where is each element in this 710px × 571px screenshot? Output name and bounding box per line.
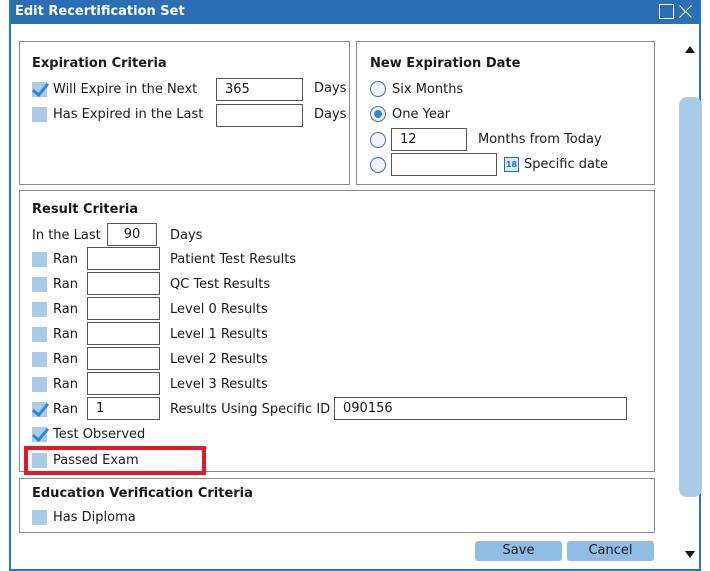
specific-date-label: Specific date: [524, 156, 609, 172]
results-using-specific-id-label: Results Using Specific ID: [170, 402, 331, 417]
has-diploma-label: Has Diploma: [53, 509, 136, 525]
save-button[interactable]: Save: [475, 541, 562, 561]
six-months-radio[interactable]: [370, 81, 386, 97]
ran-level3-input[interactable]: [87, 372, 160, 395]
has-expired-unit: Days: [314, 107, 347, 122]
ran-qc-checkbox[interactable]: [32, 276, 47, 292]
close-icon[interactable]: [678, 4, 693, 19]
ran-specific-id-checkbox[interactable]: [32, 401, 47, 417]
specific-date-radio[interactable]: [370, 157, 386, 173]
ran-label: Ran: [53, 251, 78, 267]
ran-patient-input[interactable]: [87, 247, 160, 270]
ran-label: Ran: [53, 301, 78, 317]
level3-results-label: Level 3 Results: [170, 377, 268, 392]
one-year-label: One Year: [392, 106, 451, 122]
has-expired-days-input[interactable]: [216, 104, 303, 127]
qc-test-results-label: QC Test Results: [170, 277, 271, 292]
result-criteria-panel: Result Criteria In the Last Days Ran Pat…: [19, 190, 655, 472]
six-months-label: Six Months: [392, 81, 464, 97]
title-bar: Edit Recertification Set: [11, 0, 699, 24]
edit-recertification-dialog: Edit Recertification Set Expiration Crit…: [9, 0, 702, 571]
ran-label: Ran: [53, 401, 78, 417]
ran-label: Ran: [53, 351, 78, 367]
specific-date-input[interactable]: [391, 153, 497, 176]
has-expired-label: Has Expired in the Last: [53, 106, 204, 122]
will-expire-label: Will Expire in the Next: [53, 81, 198, 97]
result-criteria-title: Result Criteria: [32, 202, 139, 217]
scroll-down-arrow-icon[interactable]: [685, 551, 695, 558]
in-the-last-input[interactable]: [107, 223, 157, 246]
months-from-today-input[interactable]: [391, 128, 467, 151]
expiration-criteria-panel: Expiration Criteria Will Expire in the N…: [19, 41, 350, 185]
cancel-button[interactable]: Cancel: [567, 541, 654, 561]
ran-level1-input[interactable]: [87, 322, 160, 345]
education-verification-panel: Education Verification Criteria Has Dipl…: [19, 478, 655, 533]
in-the-last-label: In the Last: [32, 228, 101, 243]
scrollbar-thumb[interactable]: [679, 97, 702, 497]
test-observed-checkbox[interactable]: [32, 426, 47, 442]
scroll-up-arrow-icon[interactable]: [685, 46, 695, 53]
ran-patient-checkbox[interactable]: [32, 251, 47, 267]
new-expiration-date-panel: New Expiration Date Six Months One Year …: [356, 41, 655, 185]
has-expired-checkbox[interactable]: [32, 106, 47, 122]
months-from-today-radio[interactable]: [370, 132, 386, 148]
ran-specific-id-count-input[interactable]: [87, 397, 160, 420]
calendar-icon[interactable]: 18: [504, 156, 519, 172]
will-expire-checkbox[interactable]: [32, 81, 47, 97]
test-observed-label: Test Observed: [53, 426, 146, 442]
ran-level1-checkbox[interactable]: [32, 326, 47, 342]
ran-level3-checkbox[interactable]: [32, 376, 47, 392]
one-year-radio[interactable]: [370, 106, 386, 122]
level2-results-label: Level 2 Results: [170, 352, 268, 367]
level1-results-label: Level 1 Results: [170, 327, 268, 342]
expiration-criteria-title: Expiration Criteria: [32, 56, 167, 71]
has-diploma-checkbox[interactable]: [32, 509, 47, 525]
will-expire-days-input[interactable]: [216, 78, 303, 101]
in-the-last-unit: Days: [170, 228, 203, 243]
will-expire-unit: Days: [314, 81, 347, 96]
window-title: Edit Recertification Set: [15, 4, 185, 19]
level0-results-label: Level 0 Results: [170, 302, 268, 317]
new-expiration-date-title: New Expiration Date: [370, 56, 521, 71]
ran-label: Ran: [53, 326, 78, 342]
ran-level2-input[interactable]: [87, 347, 160, 370]
ran-level0-checkbox[interactable]: [32, 301, 47, 317]
maximize-icon[interactable]: [659, 4, 674, 19]
ran-label: Ran: [53, 276, 78, 292]
ran-label: Ran: [53, 376, 78, 392]
specific-id-input[interactable]: [334, 397, 627, 420]
ran-level2-checkbox[interactable]: [32, 351, 47, 367]
ran-level0-input[interactable]: [87, 297, 160, 320]
months-from-today-label: Months from Today: [478, 132, 602, 147]
education-verification-title: Education Verification Criteria: [32, 486, 253, 501]
ran-qc-input[interactable]: [87, 272, 160, 295]
highlight-box: [24, 446, 206, 475]
patient-test-results-label: Patient Test Results: [170, 252, 297, 267]
